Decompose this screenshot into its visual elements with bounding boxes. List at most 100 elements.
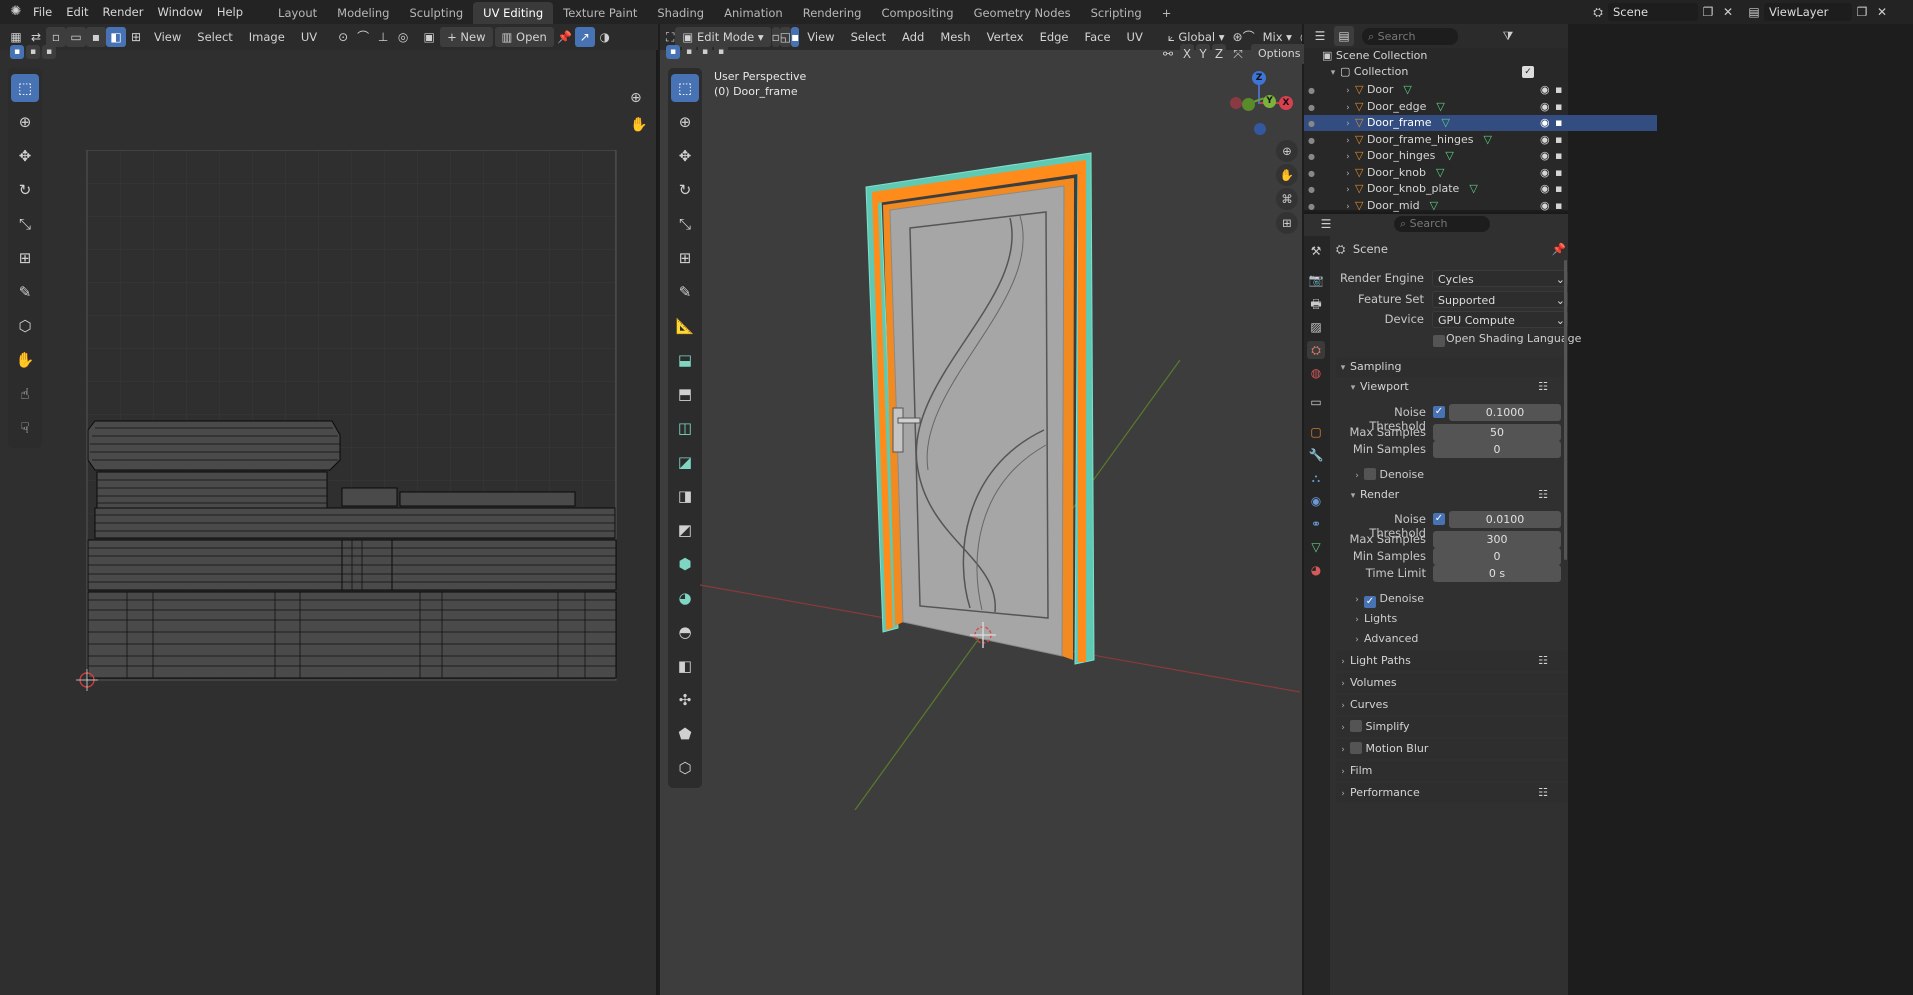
uv-zoom-icon[interactable]: ⊕ [630,90,642,106]
annotate-tool-icon[interactable]: ✎ [11,278,39,306]
vp-rotate-tool-icon[interactable]: ↻ [671,176,699,204]
camera-render-icon[interactable]: ▪ [1555,148,1562,164]
vp-menu-uv[interactable]: UV [1120,27,1150,47]
modifier-tab-icon[interactable]: 🔧 [1307,446,1325,464]
collection-tab-icon[interactable]: ▭ [1307,393,1325,411]
grab-tool-icon[interactable]: ✋ [11,346,39,374]
pin-icon[interactable]: 📌 [555,27,575,47]
simplify-panel[interactable]: › Simplify [1336,717,1568,737]
image-browse-icon[interactable]: ▣ [419,27,439,47]
vp-cursor-tool-icon[interactable]: ⊕ [671,108,699,136]
motion-blur-panel[interactable]: › Motion Blur [1336,739,1568,759]
camera-render-icon[interactable]: ▪ [1555,115,1562,131]
vp-knife-tool-icon[interactable]: ◩ [671,516,699,544]
uv-overlay-icon[interactable]: ◑ [595,27,615,47]
vp-zoom-icon[interactable]: ⊕ [1276,140,1298,162]
select-mode-subtract-icon[interactable]: ▪ [42,45,56,59]
face-select-icon[interactable]: ▪ [86,27,106,47]
motion-blur-checkbox[interactable] [1350,742,1362,754]
visibility-dot-icon[interactable]: ● [1308,169,1315,178]
vp-menu-mesh[interactable]: Mesh [933,27,977,47]
collection-checkbox[interactable]: ✓ [1522,66,1534,78]
vp-select-box-tool-icon[interactable]: ⬚ [671,74,699,102]
outliner-item[interactable]: ● › ▽ Door_frame ▽ ◉ ▪ [1304,115,1657,131]
r-noise-threshold-checkbox[interactable]: ✓ [1433,513,1445,525]
uv-canvas[interactable] [40,150,640,710]
expand-icon[interactable]: › [1341,166,1355,182]
uv-gizmo-icon[interactable]: ↗ [574,27,595,47]
eye-icon[interactable]: ◉ [1540,181,1550,197]
tab-rendering[interactable]: Rendering [793,2,872,24]
navigation-gizmo[interactable]: Z Y X [1228,70,1300,138]
simplify-checkbox[interactable] [1350,720,1362,732]
vp-noise-threshold-field[interactable]: 0.1000 [1449,404,1561,421]
outliner-item[interactable]: ● › ▽ Door_knob ▽ ◉ ▪ [1304,165,1657,181]
r-noise-threshold-field[interactable]: 0.0100 [1449,511,1561,528]
menu-file[interactable]: File [26,0,59,24]
camera-render-icon[interactable]: ▪ [1555,82,1562,98]
vertex-mode-icon[interactable]: ▫ [771,27,780,47]
vp-perspective-icon[interactable]: ⊞ [1276,212,1298,234]
vp-pan-icon[interactable]: ✋ [1276,164,1298,186]
sticky-select-icon[interactable]: ⊞ [126,27,146,47]
vp-select-subtract-icon[interactable]: ▪ [698,45,712,59]
eye-icon[interactable]: ◉ [1540,148,1550,164]
gizmo-z-icon[interactable]: Z [1252,71,1266,85]
vp-menu-edge[interactable]: Edge [1033,27,1076,47]
time-limit-field[interactable]: 0 s [1433,565,1561,582]
select-mode-new-icon[interactable]: ▪ [10,45,24,59]
add-workspace-button[interactable]: + [1152,2,1182,24]
visibility-dot-icon[interactable]: ● [1308,202,1315,211]
material-tab-icon[interactable]: ◕ [1307,561,1325,579]
scene-icon[interactable]: ⛭ [1588,2,1608,22]
select-mode-extend-icon[interactable]: ▪ [26,45,40,59]
tab-sculpting[interactable]: Sculpting [399,2,473,24]
tab-layout[interactable]: Layout [268,2,327,24]
transform-tool-icon[interactable]: ⊞ [11,244,39,272]
render-subpanel-header[interactable]: ▾ Render ☷ [1346,485,1568,505]
move-tool-icon[interactable]: ✥ [11,142,39,170]
gizmo-neg-x-icon[interactable] [1230,97,1242,109]
tab-uv-editing[interactable]: UV Editing [473,2,554,24]
new-scene-icon[interactable]: ❐ [1698,2,1718,22]
properties-editor-icon[interactable]: ☰ [1316,214,1336,234]
tab-animation[interactable]: Animation [714,2,793,24]
tab-texture-paint[interactable]: Texture Paint [553,2,647,24]
vp-menu-vertex[interactable]: Vertex [980,27,1031,47]
vp-inset-tool-icon[interactable]: ◫ [671,414,699,442]
data-tab-icon[interactable]: ▽ [1307,538,1325,556]
outliner-filter-icon[interactable]: ⧩ [1498,26,1518,46]
light-paths-panel[interactable]: › Light Paths ☷ [1336,651,1568,671]
gizmo-y-icon[interactable]: Y [1263,95,1276,108]
vp-edge-slide-tool-icon[interactable]: ◧ [671,652,699,680]
constraints-tab-icon[interactable]: ⚭ [1307,515,1325,533]
device-dropdown[interactable]: GPU Compute ⌄ [1432,311,1568,328]
camera-render-icon[interactable]: ▪ [1555,99,1562,115]
mode-dropdown[interactable]: ▣ Edit Mode ▾ [675,27,771,47]
outliner-item[interactable]: ● › ▽ Door_knob_plate ▽ ◉ ▪ [1304,181,1657,197]
vp-annotate-tool-icon[interactable]: ✎ [671,278,699,306]
outliner-item[interactable]: ● › ▽ Door ▽ ◉ ▪ [1304,82,1657,98]
menu-window[interactable]: Window [150,0,209,24]
view-layer-name[interactable]: ViewLayer [1764,3,1852,21]
properties-scrollbar[interactable] [1564,260,1567,560]
uv-menu-select[interactable]: Select [190,27,239,47]
uv-menu-image[interactable]: Image [242,27,292,47]
gizmo-neg-z-icon[interactable] [1254,123,1266,135]
uv-selection-modes[interactable]: ▪ ▪ ▪ [10,45,56,59]
outliner-editor-icon[interactable]: ☰ [1310,26,1330,46]
r-max-samples-field[interactable]: 300 [1433,531,1561,548]
expand-icon[interactable]: › [1341,149,1355,165]
expand-icon[interactable]: › [1341,100,1355,116]
vp-add-cube-tool-icon[interactable]: ⬓ [671,346,699,374]
tab-modeling[interactable]: Modeling [327,2,399,24]
blender-logo-icon[interactable]: ✺ [6,2,26,22]
vp-menu-view[interactable]: View [800,27,841,47]
volumes-panel[interactable]: › Volumes [1336,673,1568,693]
performance-panel[interactable]: › Performance ☷ [1336,783,1568,803]
rotate-tool-icon[interactable]: ↻ [11,176,39,204]
performance-presets-icon[interactable]: ☷ [1538,783,1548,803]
open-image-button[interactable]: ▥ Open [494,27,554,47]
vp-select-new-icon[interactable]: ▪ [666,45,680,59]
snap-icon[interactable]: ⌒ [353,27,373,47]
